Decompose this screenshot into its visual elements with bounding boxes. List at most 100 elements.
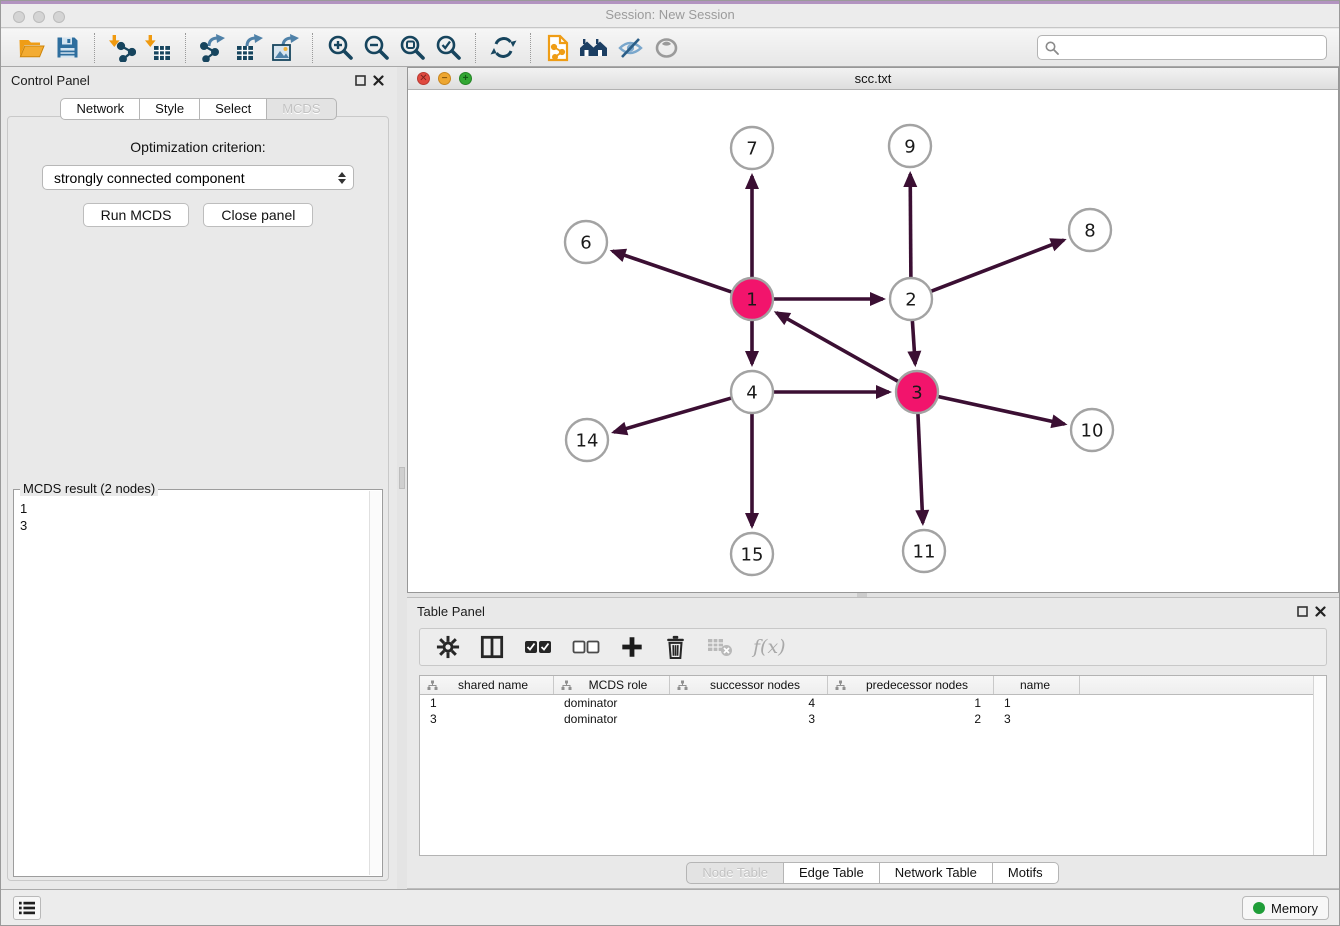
export-image-button[interactable] <box>267 32 303 64</box>
node-label: 9 <box>904 136 915 157</box>
node-4[interactable]: 4 <box>731 371 773 413</box>
edge-1-6[interactable] <box>613 251 735 293</box>
edge-4-14[interactable] <box>614 397 734 432</box>
edge-3-10[interactable] <box>936 396 1065 424</box>
criterion-select[interactable]: strongly connected component <box>42 165 354 190</box>
task-history-button[interactable] <box>13 896 41 920</box>
tab-mcds[interactable]: MCDS <box>266 98 336 120</box>
edge-3-11[interactable] <box>918 411 923 523</box>
import-table-button[interactable] <box>140 32 176 64</box>
node-1[interactable]: 1 <box>731 278 773 320</box>
table-row[interactable]: 3dominator323 <box>420 711 1326 727</box>
close-panel-action-button[interactable]: Close panel <box>203 203 313 227</box>
node-9[interactable]: 9 <box>889 125 931 167</box>
export-table-button[interactable] <box>231 32 267 64</box>
tab-style[interactable]: Style <box>139 98 200 120</box>
splitter-grip[interactable] <box>399 467 405 489</box>
column-header-predecessor-nodes[interactable]: predecessor nodes <box>828 676 994 694</box>
select-all-button[interactable] <box>524 632 552 662</box>
tab-network[interactable]: Network <box>60 98 140 120</box>
hide-selected-button[interactable] <box>612 32 648 64</box>
tab-network-table[interactable]: Network Table <box>879 862 993 884</box>
create-column-button[interactable] <box>620 632 644 662</box>
cell-shared-name[interactable]: 1 <box>420 696 554 710</box>
cell-predecessor-nodes[interactable]: 1 <box>828 696 994 710</box>
plus-icon <box>620 635 644 659</box>
node-7[interactable]: 7 <box>731 127 773 169</box>
save-session-button[interactable] <box>49 32 85 64</box>
memory-button[interactable]: Memory <box>1242 896 1329 920</box>
column-header-successor-nodes[interactable]: successor nodes <box>670 676 828 694</box>
tab-motifs[interactable]: Motifs <box>992 862 1059 884</box>
mcds-result-text[interactable]: 13 <box>20 500 368 874</box>
float-table-panel-button[interactable] <box>1293 603 1311 619</box>
zoom-selected-button[interactable] <box>430 32 466 64</box>
tab-node-table[interactable]: Node Table <box>686 862 784 884</box>
node-6[interactable]: 6 <box>565 221 607 263</box>
table-panel-title: Table Panel <box>417 604 485 619</box>
node-label: 11 <box>913 541 936 562</box>
table-scrollbar[interactable] <box>1313 676 1326 855</box>
zoom-fit-button[interactable] <box>394 32 430 64</box>
table-row[interactable]: 1dominator411 <box>420 695 1326 711</box>
edge-3-1[interactable] <box>776 313 900 383</box>
vertical-splitter[interactable] <box>397 67 407 889</box>
edge-2-8[interactable] <box>929 240 1064 292</box>
toolbar-separator <box>185 33 186 63</box>
cell-name[interactable]: 3 <box>994 712 1080 726</box>
node-15[interactable]: 15 <box>731 533 773 575</box>
node-14[interactable]: 14 <box>566 419 608 461</box>
apply-layout-button[interactable] <box>485 32 521 64</box>
open-folder-icon <box>17 35 46 60</box>
checked-boxes-icon <box>524 639 552 655</box>
table-panel: Table Panel f(x) shared nameMCDS rolesuc… <box>407 597 1339 889</box>
deselect-all-button[interactable] <box>572 632 600 662</box>
open-session-button[interactable] <box>13 32 49 64</box>
close-panel-button[interactable] <box>369 72 387 88</box>
column-header-name[interactable]: name <box>994 676 1080 694</box>
column-tree-icon <box>677 680 688 691</box>
cell-MCDS-role[interactable]: dominator <box>554 696 670 710</box>
cell-MCDS-role[interactable]: dominator <box>554 712 670 726</box>
cell-successor-nodes[interactable]: 3 <box>670 712 828 726</box>
show-all-button[interactable] <box>648 32 684 64</box>
export-network-button[interactable] <box>195 32 231 64</box>
result-scrollbar[interactable] <box>369 491 381 875</box>
zoom-in-button[interactable] <box>322 32 358 64</box>
run-mcds-button[interactable]: Run MCDS <box>83 203 190 227</box>
delete-column-button[interactable] <box>664 632 687 662</box>
node-3[interactable]: 3 <box>896 371 938 413</box>
edge-2-9[interactable] <box>910 174 911 280</box>
function-builder-button[interactable]: f(x) <box>753 632 786 662</box>
column-header-shared-name[interactable]: shared name <box>420 676 554 694</box>
mcds-panel: Optimization criterion: strongly connect… <box>7 116 389 881</box>
cell-successor-nodes[interactable]: 4 <box>670 696 828 710</box>
close-table-panel-button[interactable] <box>1311 603 1329 619</box>
import-network-button[interactable] <box>104 32 140 64</box>
memory-status-icon <box>1253 902 1265 914</box>
node-10[interactable]: 10 <box>1071 409 1113 451</box>
search-input[interactable] <box>1064 40 1319 55</box>
float-panel-button[interactable] <box>351 72 369 88</box>
node-8[interactable]: 8 <box>1069 209 1111 251</box>
table-settings-button[interactable] <box>436 632 460 662</box>
cell-name[interactable]: 1 <box>994 696 1080 710</box>
node-2[interactable]: 2 <box>890 278 932 320</box>
node-11[interactable]: 11 <box>903 530 945 572</box>
cell-shared-name[interactable]: 3 <box>420 712 554 726</box>
network-from-selection-button[interactable] <box>540 32 576 64</box>
cell-predecessor-nodes[interactable]: 2 <box>828 712 994 726</box>
home-neighbors-button[interactable] <box>576 32 612 64</box>
network-canvas[interactable]: 7 9 6 8 1 2 4 3 14 10 15 11 <box>408 90 1338 592</box>
document-network-icon <box>545 34 572 62</box>
tab-edge-table[interactable]: Edge Table <box>783 862 880 884</box>
zoom-out-button[interactable] <box>358 32 394 64</box>
search-field[interactable] <box>1037 35 1327 60</box>
edge-2-3[interactable] <box>912 318 915 364</box>
houses-icon <box>579 35 609 61</box>
show-column-panel-button[interactable] <box>480 632 504 662</box>
column-header-MCDS-role[interactable]: MCDS role <box>554 676 670 694</box>
main-toolbar <box>1 29 1339 67</box>
tab-select[interactable]: Select <box>199 98 267 120</box>
delete-table-button[interactable] <box>707 632 733 662</box>
